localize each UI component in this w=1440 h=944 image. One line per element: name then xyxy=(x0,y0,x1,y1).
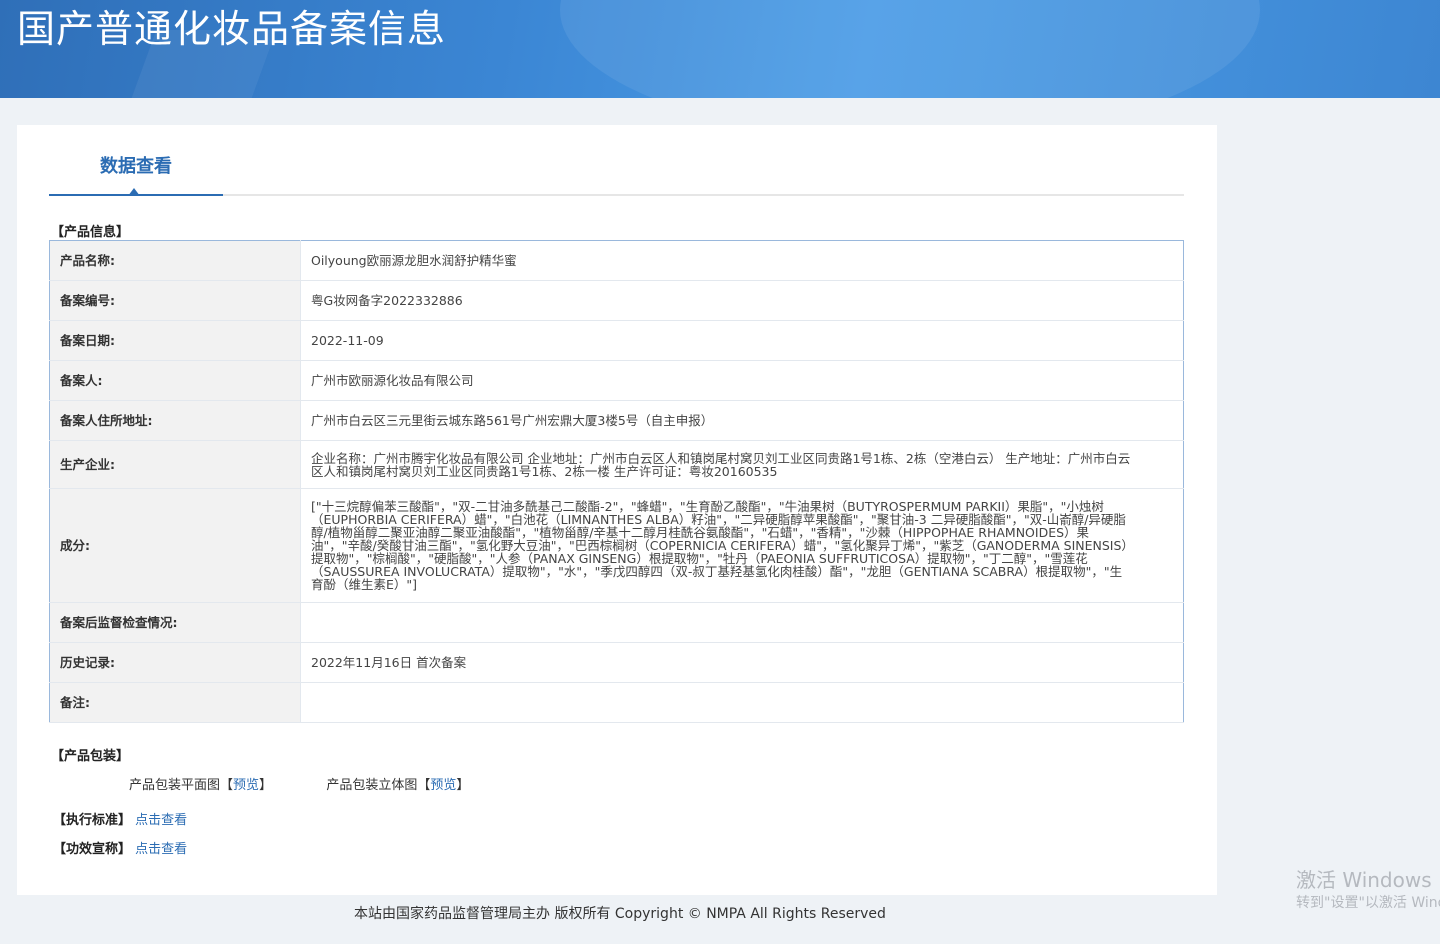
activation-watermark-subtitle: 转到"设置"以激活 Windows。 xyxy=(1296,895,1440,911)
flat-image-preview-link[interactable]: 预览 xyxy=(233,778,259,793)
row-value xyxy=(300,682,1184,723)
row-value: 广州市欧丽源化妆品有限公司 xyxy=(300,360,1184,401)
efficacy-view-link[interactable]: 点击查看 xyxy=(135,842,187,857)
efficacy-label: 【功效宣称】 xyxy=(53,842,132,857)
table-row: 备注: xyxy=(49,682,1184,723)
row-value: 广州市白云区三元里街云城东路561号广州宏鼎大厦3楼5号（自主申报） xyxy=(300,400,1184,441)
table-row: 备案人: 广州市欧丽源化妆品有限公司 xyxy=(49,360,1184,401)
row-label: 生产企业: xyxy=(49,440,301,489)
row-label: 备注: xyxy=(49,682,301,723)
row-label: 备案人: xyxy=(49,360,301,401)
table-row: 备案编号: 粤G妆网备字2022332886 xyxy=(49,280,1184,321)
bracket-open: 【 xyxy=(220,778,234,793)
header-banner: 国产普通化妆品备案信息 xyxy=(0,0,1440,98)
activation-watermark-title: 激活 Windows xyxy=(1296,868,1432,892)
table-row: 生产企业: 企业名称：广州市腾宇化妆品有限公司 企业地址：广州市白云区人和镇岗尾… xyxy=(49,440,1184,489)
row-value: 2022-11-09 xyxy=(300,320,1184,361)
table-row: 备案日期: 2022-11-09 xyxy=(49,320,1184,361)
row-value: 粤G妆网备字2022332886 xyxy=(300,280,1184,321)
row-label: 备案人住所地址: xyxy=(49,400,301,441)
packaging-row: 产品包装平面图【预览】 产品包装立体图【预览】 xyxy=(129,774,469,793)
row-label: 成分: xyxy=(49,488,301,603)
row-label: 产品名称: xyxy=(49,240,301,281)
page-title: 国产普通化妆品备案信息 xyxy=(17,7,447,51)
efficacy-line: 【功效宣称】 点击查看 xyxy=(53,838,187,857)
tab-data-view-label: 数据查看 xyxy=(100,156,172,177)
standard-label: 【执行标准】 xyxy=(53,813,132,828)
bracket-close: 】 xyxy=(456,778,470,793)
solid-image-preview-link[interactable]: 预览 xyxy=(430,778,456,793)
tab-bar: 数据查看 xyxy=(49,125,1184,196)
row-label: 备案编号: xyxy=(49,280,301,321)
row-value: 企业名称：广州市腾宇化妆品有限公司 企业地址：广州市白云区人和镇岗尾村窝贝刘工业… xyxy=(300,440,1184,489)
solid-image-label: 产品包装立体图 xyxy=(326,778,418,793)
packaging-heading: 【产品包装】 xyxy=(51,749,130,764)
footer-copyright: 本站由国家药品监督管理局主办 版权所有 Copyright © NMPA All… xyxy=(354,906,886,922)
row-value xyxy=(300,602,1184,643)
table-row: 备案后监督检查情况: xyxy=(49,602,1184,643)
flat-image-label: 产品包装平面图 xyxy=(129,778,221,793)
table-row: 成分: ["十三烷醇偏苯三酸酯"，"双-二甘油多酰基己二酸酯-2"，"蜂蜡"，"… xyxy=(49,488,1184,603)
table-row: 备案人住所地址: 广州市白云区三元里街云城东路561号广州宏鼎大厦3楼5号（自主… xyxy=(49,400,1184,441)
tab-data-view[interactable]: 数据查看 xyxy=(49,125,223,196)
content-card: 数据查看 【产品信息】 产品名称: Oilyoung欧丽源龙胆水润舒护精华蜜 备… xyxy=(17,125,1217,895)
row-label: 历史记录: xyxy=(49,642,301,683)
table-row: 产品名称: Oilyoung欧丽源龙胆水润舒护精华蜜 xyxy=(49,240,1184,281)
product-info-table: 产品名称: Oilyoung欧丽源龙胆水润舒护精华蜜 备案编号: 粤G妆网备字2… xyxy=(49,240,1184,723)
row-value: Oilyoung欧丽源龙胆水润舒护精华蜜 xyxy=(300,240,1184,281)
standard-view-link[interactable]: 点击查看 xyxy=(135,813,187,828)
tab-active-arrow-icon xyxy=(128,188,140,196)
row-value: ["十三烷醇偏苯三酸酯"，"双-二甘油多酰基己二酸酯-2"，"蜂蜡"，"生育酚乙… xyxy=(300,488,1184,603)
table-row: 历史记录: 2022年11月16日 首次备案 xyxy=(49,642,1184,683)
row-label: 备案后监督检查情况: xyxy=(49,602,301,643)
bracket-close: 】 xyxy=(259,778,273,793)
row-value: 2022年11月16日 首次备案 xyxy=(300,642,1184,683)
product-info-heading: 【产品信息】 xyxy=(51,225,130,240)
row-label: 备案日期: xyxy=(49,320,301,361)
standard-line: 【执行标准】 点击查看 xyxy=(53,809,187,828)
bracket-open: 【 xyxy=(417,778,431,793)
